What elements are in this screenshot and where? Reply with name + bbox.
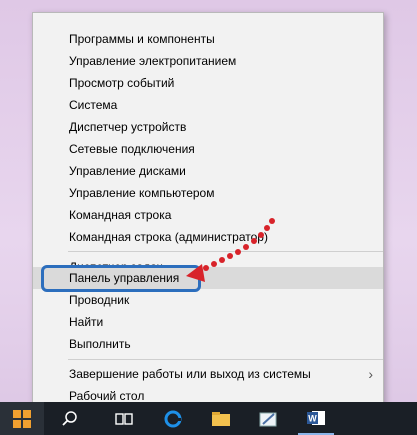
file-explorer-icon[interactable] [203,402,239,435]
task-view-icon[interactable] [106,402,142,435]
annotation-dotted-arrow [186,218,275,282]
paint-icon[interactable] [250,402,286,435]
windows-start-icon[interactable] [0,402,44,435]
word-icon[interactable]: W [298,402,334,435]
search-icon[interactable] [52,402,88,435]
taskbar: W [0,402,417,435]
svg-text:W: W [308,413,317,423]
edge-icon[interactable] [155,402,191,435]
